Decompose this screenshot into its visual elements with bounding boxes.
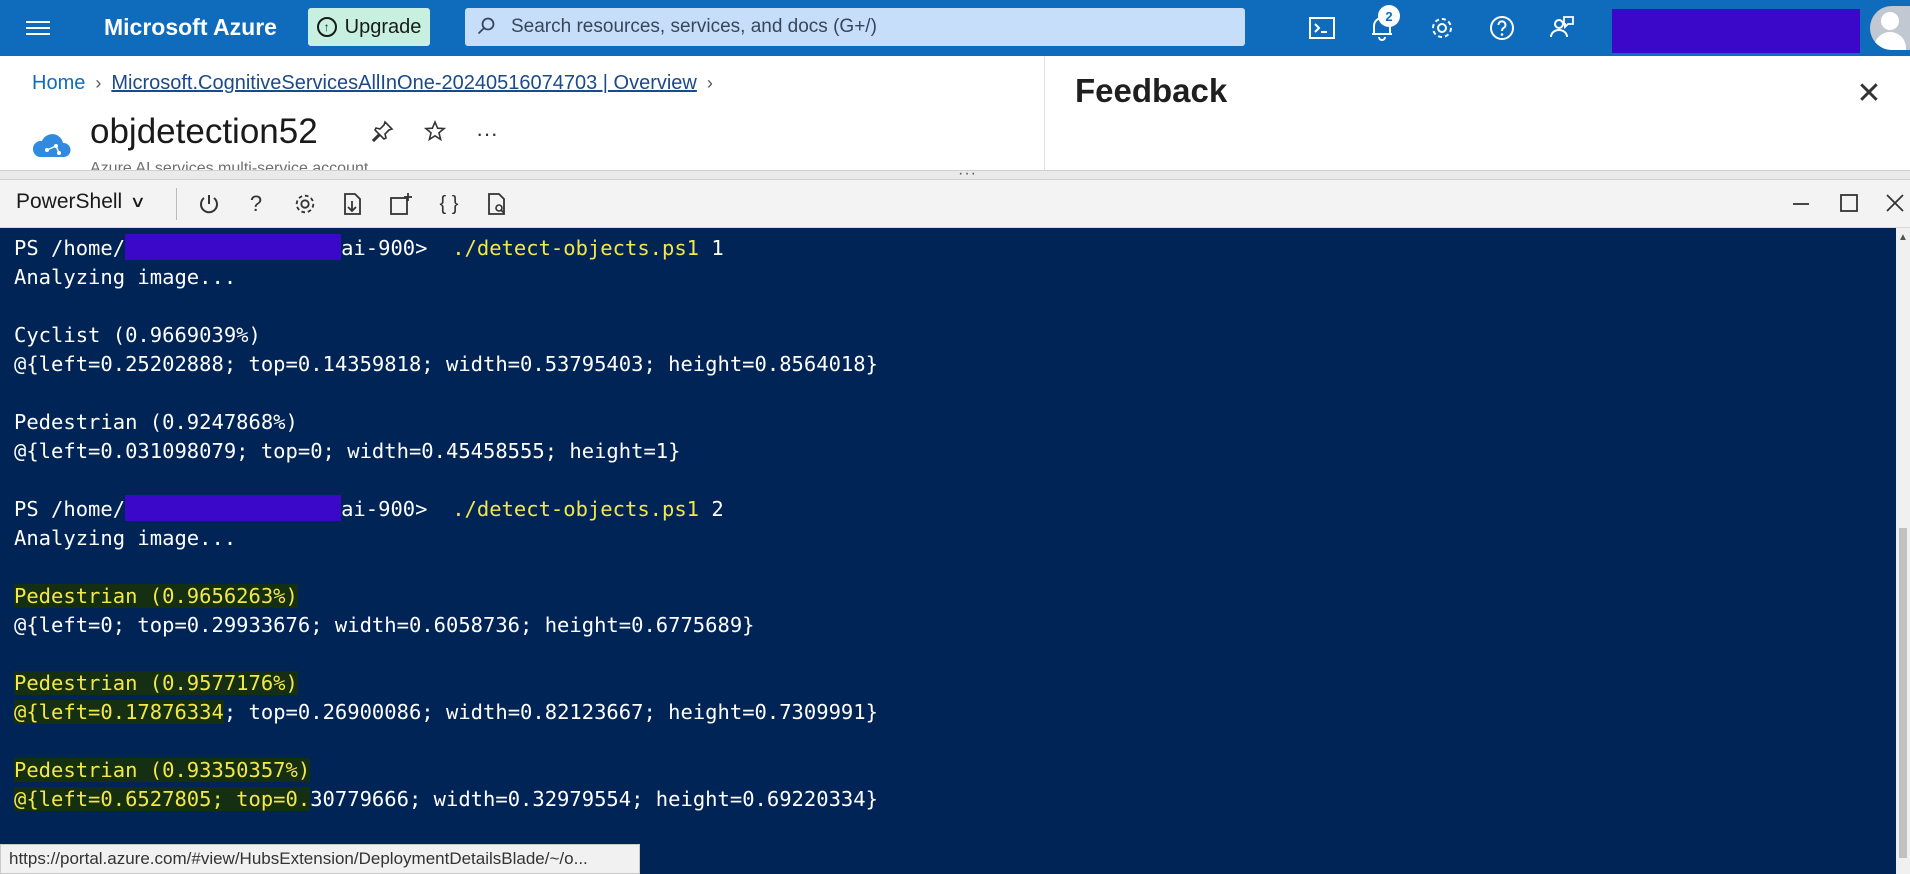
terminal-output-line: @{left=0.6527805; top=0.30779666; width=… (14, 785, 1896, 814)
terminal-scrollbar[interactable]: ▲ (1896, 228, 1910, 874)
terminal-prompt-line: PS /home/ai-900> ./detect-objects.ps1 1 (14, 234, 1896, 263)
upload-download-icon[interactable] (338, 189, 368, 219)
pin-icon[interactable] (371, 120, 394, 148)
search-box[interactable] (465, 8, 1245, 46)
highlighted-box: @{left=0.17876334 (14, 700, 224, 724)
avatar[interactable] (1870, 6, 1910, 50)
settings-icon[interactable] (290, 189, 320, 219)
panel-resize-handle[interactable]: ··· (0, 165, 1910, 182)
highlighted-box: @{left=0.6527805; top=0. (14, 787, 311, 811)
command-arg: 1 (711, 236, 724, 260)
scrollbar-thumb[interactable] (1899, 528, 1907, 858)
username-redacted (125, 234, 342, 260)
prompt-prefix: PS /home/ (14, 497, 126, 521)
shell-type-label: PowerShell (16, 190, 123, 213)
terminal-output-line: Pedestrian (0.9577176%) (14, 669, 1896, 698)
feedback-title: Feedback (1075, 72, 1228, 109)
account-info-redacted[interactable] (1612, 9, 1860, 53)
help-icon[interactable] (1486, 12, 1518, 44)
box-text: ; top=0.26900086; width=0.82123667; heig… (223, 700, 878, 724)
search-input[interactable] (509, 12, 1229, 42)
box-text: @{left=0; top=0.29933676; width=0.605873… (14, 613, 755, 637)
ai-services-icon (32, 134, 71, 157)
terminal-output-line: Analyzing image... (14, 265, 237, 289)
arrow-up-icon: ↑ (316, 17, 337, 37)
terminal-output-line: @{left=0.031098079; top=0; width=0.45458… (14, 439, 681, 463)
menu-icon[interactable] (26, 17, 50, 37)
close-icon[interactable]: ✕ (1855, 79, 1883, 109)
cloud-shell-icon[interactable] (1306, 12, 1338, 44)
powershell-terminal[interactable]: PS /home/ai-900> ./detect-objects.ps1 1 … (0, 228, 1896, 874)
help-icon[interactable]: ? (241, 189, 271, 219)
terminal-output-line: @{left=0.17876334; top=0.26900086; width… (14, 698, 1896, 727)
top-navigation-bar: Microsoft Azure ↑ Upgrade 2 (0, 0, 1910, 56)
terminal-output-line: @{left=0.25202888; top=0.14359818; width… (14, 352, 878, 376)
chevron-right-icon: › (95, 73, 102, 93)
more-options-icon[interactable]: ··· (476, 121, 498, 147)
new-session-icon[interactable] (386, 189, 416, 219)
shell-type-select[interactable]: PowerShell ∨ (16, 190, 147, 214)
chevron-right-icon: › (706, 73, 713, 93)
portal-brand[interactable]: Microsoft Azure (104, 14, 277, 41)
close-icon[interactable] (1880, 188, 1910, 218)
web-preview-icon[interactable] (482, 189, 512, 219)
terminal-output-line: Pedestrian (0.9656263%) (14, 582, 1896, 611)
title-actions: ··· (371, 119, 498, 148)
notification-badge: 2 (1378, 5, 1400, 27)
terminal-output-line: Pedestrian (0.9247868%) (14, 410, 298, 434)
breadcrumb-deployment[interactable]: Microsoft.CognitiveServicesAllInOne-2024… (111, 72, 697, 95)
power-icon[interactable] (194, 189, 224, 219)
upgrade-label: Upgrade (344, 15, 422, 38)
breadcrumb-home[interactable]: Home (32, 72, 85, 95)
breadcrumb: Home › Microsoft.CognitiveServicesAllInO… (32, 72, 723, 95)
page-title: objdetection52 (90, 112, 318, 151)
terminal-output-line: @{left=0; top=0.29933676; width=0.605873… (14, 611, 1896, 640)
feedback-panel: Feedback ✕ (1044, 56, 1910, 170)
prompt-suffix: ai-900> (341, 497, 440, 521)
feedback-icon[interactable] (1546, 12, 1578, 44)
prompt-prefix: PS /home/ (14, 236, 126, 260)
gear-icon[interactable] (1426, 12, 1458, 44)
terminal-output-line: Analyzing image... (14, 526, 237, 550)
search-icon (477, 17, 495, 35)
command-text: ./detect-objects.ps1 (452, 236, 700, 260)
highlighted-label: Pedestrian (0.9577176%) (14, 671, 298, 695)
chevron-down-icon: ∨ (129, 194, 147, 211)
command-arg: 2 (711, 497, 724, 521)
maximize-icon[interactable] (1834, 188, 1864, 218)
terminal-output-line: Cyclist (0.9669039%) (14, 323, 261, 347)
highlighted-label: Pedestrian (0.93350357%) (14, 758, 311, 782)
toolbar-divider (176, 188, 177, 220)
terminal-prompt-line: PS /home/ai-900> ./detect-objects.ps1 2 (14, 495, 1896, 524)
box-text: 30779666; width=0.32979554; height=0.692… (310, 787, 878, 811)
upgrade-button[interactable]: ↑ Upgrade (308, 8, 430, 46)
editor-icon[interactable]: { } (434, 189, 464, 219)
cloud-shell-toolbar: PowerShell ∨ ? { } (0, 180, 1910, 228)
command-text: ./detect-objects.ps1 (452, 497, 700, 521)
scroll-up-icon[interactable]: ▲ (1898, 232, 1908, 243)
terminal-output-line: Pedestrian (0.93350357%) (14, 756, 1896, 785)
username-redacted (125, 495, 342, 521)
minimize-icon[interactable] (1786, 188, 1816, 218)
prompt-suffix: ai-900> (341, 236, 440, 260)
highlighted-label: Pedestrian (0.9656263%) (14, 584, 298, 608)
star-icon[interactable] (423, 119, 447, 148)
link-status-bar: https://portal.azure.com/#view/HubsExten… (0, 844, 640, 874)
